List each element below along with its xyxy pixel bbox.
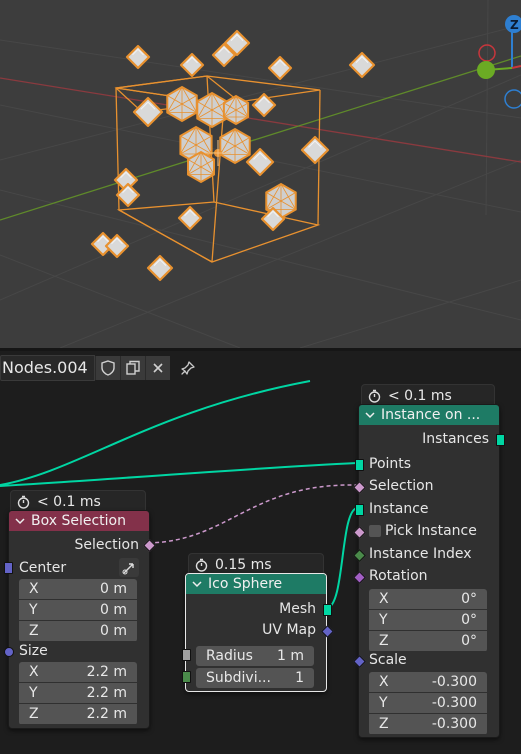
pick-instance-checkbox[interactable]: [369, 525, 381, 537]
icosphere-instance: [196, 91, 228, 129]
output-mesh-socket[interactable]: [323, 604, 332, 616]
mesh-to-instance-link: [326, 507, 358, 609]
shield-icon: [101, 360, 115, 376]
input-selection-label: Selection: [369, 478, 434, 494]
center-vector: X0 m Y0 m Z0 m: [19, 579, 137, 642]
timing-text: < 0.1 ms: [388, 387, 452, 404]
cube-instance: [245, 147, 275, 177]
output-instances-label: Instances: [422, 431, 489, 447]
rotation-x-field[interactable]: X 0°: [369, 589, 487, 609]
instance-index-label: Instance Index: [369, 546, 472, 562]
center-z-field[interactable]: Z0 m: [19, 621, 137, 641]
rotation-z-field[interactable]: Z 0°: [369, 631, 487, 651]
subdivisions-field[interactable]: Subdivi... 1: [196, 668, 314, 688]
incoming-geometry-link-2: [0, 462, 358, 487]
cube-instance: [267, 55, 293, 81]
icosphere-instance: [219, 127, 251, 165]
gizmo-y[interactable]: [477, 61, 495, 79]
transform-gizmo-icon: [122, 563, 134, 575]
y-axis-line: [0, 55, 521, 221]
gizmo-toggle-button[interactable]: [119, 558, 139, 577]
center-x-field[interactable]: X0 m: [19, 579, 137, 599]
ico-sphere-timing: 0.15 ms: [188, 553, 324, 575]
scale-x-field[interactable]: X -0.300: [369, 672, 487, 692]
scale-y-field[interactable]: Y -0.300: [369, 693, 487, 713]
input-instance-socket[interactable]: [355, 504, 364, 516]
size-label: Size: [19, 643, 48, 659]
icosphere-instance: [187, 150, 215, 184]
collapse-chevron-icon[interactable]: [192, 579, 202, 589]
instance-on-points-timing: < 0.1 ms: [361, 384, 495, 406]
viewport-canvas: Z: [0, 0, 521, 348]
size-socket[interactable]: [4, 647, 14, 657]
cube-instance: [300, 135, 330, 165]
cube-instance: [179, 52, 205, 78]
size-y-field[interactable]: Y 2.2 m: [19, 683, 137, 703]
node-title: Instance on ...: [381, 407, 481, 423]
gizmo-z-label: Z: [510, 18, 519, 32]
collapse-chevron-icon[interactable]: [365, 410, 375, 420]
fake-user-shield-button[interactable]: [94, 356, 120, 380]
cube-instance: [177, 205, 203, 231]
node-tree-header: Nodes.004: [0, 354, 200, 382]
stopwatch-icon: [368, 389, 381, 403]
box-selection-timing: < 0.1 ms: [10, 490, 146, 512]
timing-text: < 0.1 ms: [37, 493, 101, 510]
instanced-objects[interactable]: [90, 29, 376, 282]
rotation-label: Rotation: [369, 568, 428, 584]
radius-field[interactable]: Radius 1 m: [196, 646, 314, 666]
output-mesh-label: Mesh: [279, 601, 316, 617]
cube-instance: [125, 44, 151, 70]
scale-z-field[interactable]: Z -0.300: [369, 714, 487, 734]
rotation-y-field[interactable]: Y 0°: [369, 610, 487, 630]
ico-sphere-header[interactable]: Ico Sphere: [186, 574, 326, 594]
cube-instance: [132, 96, 164, 128]
cube-instance: [146, 254, 174, 282]
collapse-chevron-icon[interactable]: [15, 516, 25, 526]
navigation-gizmo[interactable]: Z: [477, 15, 521, 109]
input-points-label: Points: [369, 456, 412, 472]
node-title: Box Selection: [31, 513, 126, 529]
radius-socket[interactable]: [182, 649, 191, 661]
pick-instance-label: Pick Instance: [385, 523, 477, 539]
cube-instance: [115, 182, 141, 208]
icosphere-instance: [166, 85, 198, 123]
icosphere-instance: [222, 94, 250, 126]
node-tree-name[interactable]: Nodes.004: [0, 355, 95, 381]
copy-icon: [126, 360, 140, 375]
unlink-button[interactable]: [144, 356, 170, 380]
output-uvmap-label: UV Map: [262, 622, 316, 638]
box-selection-node[interactable]: Box Selection Selection Center X0 m Y0 m…: [4, 510, 156, 729]
instance-on-points-header[interactable]: Instance on ...: [359, 405, 499, 425]
ico-sphere-node[interactable]: Ico Sphere Mesh UV Map Radius 1 m Subdivi…: [182, 573, 334, 692]
input-points-socket[interactable]: [355, 459, 364, 471]
gizmo-neg-z[interactable]: [504, 89, 521, 109]
input-instance-label: Instance: [369, 501, 429, 517]
close-icon: [153, 363, 163, 373]
output-selection-label: Selection: [74, 537, 139, 553]
center-y-field[interactable]: Y0 m: [19, 600, 137, 620]
duplicate-button[interactable]: [119, 356, 145, 380]
size-vector: X 2.2 m Y 2.2 m Z 2.2 m: [19, 662, 137, 725]
selection-link: [147, 484, 358, 544]
stopwatch-icon: [195, 558, 208, 572]
size-z-field[interactable]: Z 2.2 m: [19, 704, 137, 724]
node-editor[interactable]: Nodes.004 < 0.1 ms Box Selection Selecti…: [0, 351, 521, 754]
center-socket[interactable]: [4, 562, 13, 574]
scale-vector: X -0.300 Y -0.300 Z -0.300: [369, 672, 487, 735]
size-x-field[interactable]: X 2.2 m: [19, 662, 137, 682]
timing-text: 0.15 ms: [215, 556, 272, 573]
box-selection-header[interactable]: Box Selection: [9, 511, 149, 531]
node-title: Ico Sphere: [208, 576, 283, 592]
instance-on-points-node[interactable]: Instance on ... Instances Points Selecti…: [353, 404, 505, 738]
rotation-vector: X 0° Y 0° Z 0°: [369, 589, 487, 652]
subdivisions-socket[interactable]: [182, 671, 191, 683]
scale-label: Scale: [369, 652, 407, 668]
3d-viewport[interactable]: Z: [0, 0, 521, 348]
pin-button[interactable]: [176, 356, 200, 380]
stopwatch-icon: [17, 495, 30, 509]
cube-instance: [348, 51, 376, 79]
output-instances-socket[interactable]: [496, 434, 505, 446]
pin-icon: [181, 361, 195, 375]
